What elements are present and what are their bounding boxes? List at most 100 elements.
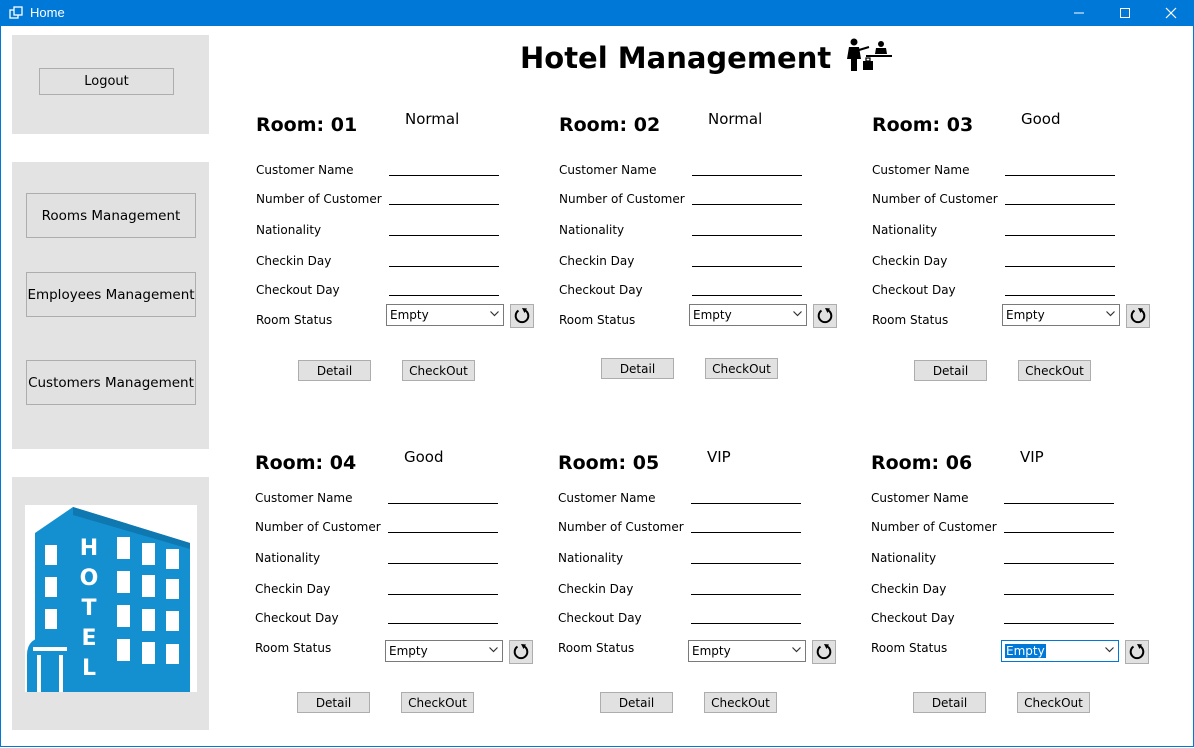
- title-bar: Home: [0, 0, 1194, 26]
- nationality-label: Nationality: [559, 223, 625, 237]
- room-status-select[interactable]: Empty: [385, 640, 503, 662]
- room-title: Room: 03: [872, 114, 974, 136]
- number-of-customer-field[interactable]: [1005, 204, 1115, 205]
- detail-button[interactable]: Detail: [601, 358, 674, 379]
- detail-button[interactable]: Detail: [297, 692, 370, 713]
- employees-management-button[interactable]: Employees Management: [26, 272, 196, 317]
- logout-panel: Logout: [12, 35, 209, 134]
- chevron-down-icon: [793, 311, 802, 317]
- maximize-button[interactable]: [1102, 0, 1148, 26]
- checkout-day-field[interactable]: [1004, 623, 1114, 624]
- nationality-field[interactable]: [388, 563, 498, 564]
- checkout-button[interactable]: CheckOut: [401, 692, 474, 713]
- customer-name-label: Customer Name: [871, 491, 969, 505]
- room-status-select[interactable]: Empty: [1001, 640, 1119, 662]
- refresh-icon: [817, 308, 833, 324]
- checkout-day-field[interactable]: [691, 623, 801, 624]
- room-status-label: Room Status: [872, 313, 949, 327]
- customer-name-field[interactable]: [1005, 175, 1115, 176]
- refresh-button[interactable]: [812, 640, 836, 664]
- room-title: Room: 04: [255, 452, 357, 474]
- logout-button[interactable]: Logout: [39, 68, 174, 95]
- checkin-day-label: Checkin Day: [255, 582, 331, 596]
- room-title: Room: 02: [559, 114, 661, 136]
- chevron-down-icon: [1105, 647, 1114, 653]
- number-of-customer-field[interactable]: [691, 532, 801, 533]
- minimize-icon: [1074, 12, 1084, 14]
- detail-button[interactable]: Detail: [298, 360, 371, 381]
- detail-button[interactable]: Detail: [914, 360, 987, 381]
- number-of-customer-label: Number of Customer: [255, 520, 381, 534]
- checkout-button[interactable]: CheckOut: [402, 360, 475, 381]
- chevron-down-icon: [1106, 311, 1115, 317]
- room-status-value: Empty: [1005, 644, 1046, 658]
- number-of-customer-label: Number of Customer: [871, 520, 997, 534]
- checkin-day-field[interactable]: [389, 266, 499, 267]
- checkout-day-field[interactable]: [1005, 295, 1115, 296]
- customers-management-button[interactable]: Customers Management: [26, 360, 196, 405]
- room-status-select[interactable]: Empty: [689, 304, 807, 326]
- refresh-button[interactable]: [1126, 304, 1150, 328]
- room-title: Room: 05: [558, 452, 660, 474]
- number-of-customer-label: Number of Customer: [872, 192, 998, 206]
- detail-button[interactable]: Detail: [913, 692, 986, 713]
- room-status-label: Room Status: [558, 641, 635, 655]
- checkout-day-label: Checkout Day: [872, 283, 956, 297]
- refresh-button[interactable]: [813, 304, 837, 328]
- refresh-button[interactable]: [509, 640, 533, 664]
- customer-name-field[interactable]: [692, 175, 802, 176]
- number-of-customer-field[interactable]: [692, 204, 802, 205]
- room-status-select[interactable]: Empty: [386, 304, 504, 326]
- checkin-day-field[interactable]: [388, 594, 498, 595]
- checkout-button[interactable]: CheckOut: [704, 692, 777, 713]
- number-of-customer-field[interactable]: [388, 532, 498, 533]
- checkout-day-field[interactable]: [388, 623, 498, 624]
- rooms-management-button[interactable]: Rooms Management: [26, 193, 196, 238]
- room-status-label: Room Status: [255, 641, 332, 655]
- logo-letter: H: [80, 536, 98, 561]
- customer-name-label: Customer Name: [256, 163, 354, 177]
- room-status-select[interactable]: Empty: [688, 640, 806, 662]
- number-of-customer-field[interactable]: [1004, 532, 1114, 533]
- logo-panel: H O T E L: [12, 477, 209, 730]
- close-button[interactable]: [1148, 0, 1194, 26]
- room-status-value: Empty: [389, 644, 428, 658]
- refresh-button[interactable]: [1125, 640, 1149, 664]
- checkout-day-label: Checkout Day: [558, 611, 642, 625]
- close-icon: [1165, 7, 1177, 19]
- checkin-day-field[interactable]: [1005, 266, 1115, 267]
- room-type: Good: [1021, 110, 1061, 128]
- customer-name-field[interactable]: [1004, 503, 1114, 504]
- checkout-button[interactable]: CheckOut: [1017, 692, 1090, 713]
- checkin-day-field[interactable]: [692, 266, 802, 267]
- checkout-day-field[interactable]: [692, 295, 802, 296]
- logo-letter: E: [81, 626, 96, 651]
- customer-name-field[interactable]: [388, 503, 498, 504]
- nationality-label: Nationality: [255, 551, 321, 565]
- checkout-day-field[interactable]: [389, 295, 499, 296]
- checkin-day-field[interactable]: [1004, 594, 1114, 595]
- detail-button[interactable]: Detail: [600, 692, 673, 713]
- checkin-day-label: Checkin Day: [256, 254, 332, 268]
- nationality-field[interactable]: [389, 235, 499, 236]
- room-status-select[interactable]: Empty: [1002, 304, 1120, 326]
- room-title: Room: 01: [256, 114, 358, 136]
- number-of-customer-field[interactable]: [389, 204, 499, 205]
- checkout-button[interactable]: CheckOut: [1018, 360, 1091, 381]
- nationality-field[interactable]: [1004, 563, 1114, 564]
- checkin-day-field[interactable]: [691, 594, 801, 595]
- nationality-field[interactable]: [691, 563, 801, 564]
- refresh-icon: [1130, 308, 1146, 324]
- room-status-value: Empty: [692, 644, 731, 658]
- customer-name-field[interactable]: [691, 503, 801, 504]
- number-of-customer-label: Number of Customer: [559, 192, 685, 206]
- room-status-value: Empty: [390, 308, 429, 322]
- customer-name-field[interactable]: [389, 175, 499, 176]
- checkout-button[interactable]: CheckOut: [705, 358, 778, 379]
- minimize-button[interactable]: [1056, 0, 1102, 26]
- room-type: Good: [404, 448, 444, 466]
- refresh-button[interactable]: [510, 304, 534, 328]
- window-app-icon: [9, 6, 23, 19]
- nationality-field[interactable]: [1005, 235, 1115, 236]
- nationality-field[interactable]: [692, 235, 802, 236]
